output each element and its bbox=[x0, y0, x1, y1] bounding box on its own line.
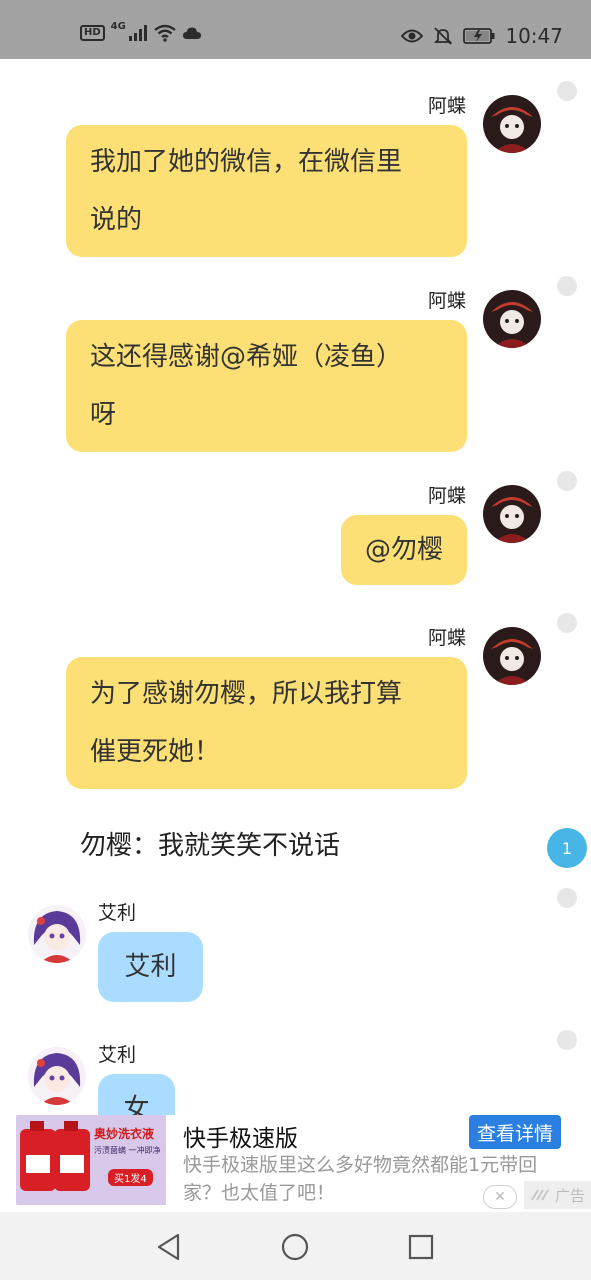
signal-icon bbox=[128, 25, 147, 41]
message-line: 这还得感谢@希娅（凌鱼） bbox=[90, 342, 403, 372]
ad-label: 广告 bbox=[524, 1181, 591, 1209]
message-line: 艾利 bbox=[124, 952, 177, 982]
wifi-icon bbox=[154, 24, 176, 42]
avatar[interactable] bbox=[28, 905, 86, 963]
avatar[interactable] bbox=[483, 95, 541, 153]
ad-banner[interactable]: 奥妙洗衣液 污渍菌螨 一冲即净 买1发4 快手极速版 快手极速版里这么多好物竟然… bbox=[0, 1115, 591, 1212]
hd-badge: HD bbox=[80, 25, 105, 41]
read-status-dot bbox=[557, 276, 577, 296]
chat-list[interactable]: 阿蝶 我加了她的微信，在微信里 说的 阿蝶 这还得感谢@希娅（凌鱼） 呀 阿蝶 … bbox=[0, 59, 591, 1115]
navigation-bar bbox=[0, 1212, 591, 1280]
avatar[interactable] bbox=[483, 485, 541, 543]
read-status-dot bbox=[557, 613, 577, 633]
back-triangle-icon bbox=[157, 1233, 180, 1261]
message-bubble[interactable]: 这还得感谢@希娅（凌鱼） 呀 bbox=[66, 320, 467, 452]
sender-name: 阿蝶 bbox=[427, 485, 466, 507]
home-button[interactable] bbox=[278, 1230, 312, 1264]
message-bubble[interactable]: 为了感谢勿樱，所以我打算 催更死她！ bbox=[66, 657, 467, 789]
sender-name: 阿蝶 bbox=[427, 627, 466, 649]
message-line: 催更死她！ bbox=[90, 737, 221, 767]
home-circle-icon bbox=[281, 1233, 309, 1261]
read-status-dot bbox=[557, 1030, 577, 1050]
avatar[interactable] bbox=[28, 1047, 86, 1105]
status-bar: HD 4G 10:47 bbox=[0, 0, 591, 59]
ad-details-button[interactable]: 查看详情 bbox=[469, 1115, 561, 1149]
recents-button[interactable] bbox=[404, 1230, 438, 1264]
message-line: 我加了她的微信，在微信里 bbox=[90, 147, 403, 177]
recents-square-icon bbox=[408, 1234, 434, 1260]
ad-image-brand: 奥妙洗衣液 bbox=[94, 1127, 155, 1141]
message-line: 说的 bbox=[90, 205, 143, 235]
narration-text: 勿樱：我就笑笑不说话 bbox=[80, 831, 341, 861]
unread-count-badge[interactable]: 1 bbox=[547, 828, 587, 868]
message-bubble[interactable]: 女 bbox=[98, 1074, 175, 1115]
ad-logo-icon bbox=[531, 1189, 549, 1201]
ad-title[interactable]: 快手极速版 bbox=[183, 1119, 298, 1153]
ad-image[interactable]: 奥妙洗衣液 污渍菌螨 一冲即净 买1发4 bbox=[16, 1115, 166, 1205]
ad-image-tagline: 污渍菌螨 一冲即净 bbox=[94, 1146, 161, 1155]
avatar[interactable] bbox=[483, 290, 541, 348]
read-status-dot bbox=[557, 471, 577, 491]
avatar[interactable] bbox=[483, 627, 541, 685]
read-status-dot bbox=[557, 888, 577, 908]
message-line: 呀 bbox=[90, 400, 117, 430]
message-line: 女 bbox=[123, 1094, 150, 1115]
status-right: 10:47 bbox=[401, 24, 563, 48]
message-line: @勿樱 bbox=[364, 535, 443, 565]
cloud-icon bbox=[182, 27, 201, 39]
ad-image-promo: 买1发4 bbox=[108, 1169, 153, 1186]
message-bubble[interactable]: @勿樱 bbox=[340, 515, 467, 585]
close-icon[interactable]: ✕ bbox=[483, 1185, 517, 1209]
read-status-dot bbox=[557, 81, 577, 101]
eye-icon bbox=[401, 29, 424, 43]
network-label: 4G bbox=[110, 20, 126, 32]
sender-name: 艾利 bbox=[98, 902, 137, 924]
status-time: 10:47 bbox=[505, 24, 563, 48]
sender-name: 阿蝶 bbox=[427, 95, 466, 117]
battery-icon bbox=[463, 28, 495, 44]
sender-name: 艾利 bbox=[98, 1044, 137, 1066]
message-bubble[interactable]: 我加了她的微信，在微信里 说的 bbox=[66, 125, 467, 257]
ad-label-text: 广告 bbox=[554, 1186, 585, 1205]
back-button[interactable] bbox=[152, 1230, 186, 1264]
message-bubble[interactable]: 艾利 bbox=[98, 932, 203, 1002]
message-line: 为了感谢勿樱，所以我打算 bbox=[90, 679, 403, 709]
status-left: HD 4G bbox=[80, 20, 202, 42]
sender-name: 阿蝶 bbox=[427, 290, 466, 312]
bell-off-icon bbox=[434, 27, 453, 45]
